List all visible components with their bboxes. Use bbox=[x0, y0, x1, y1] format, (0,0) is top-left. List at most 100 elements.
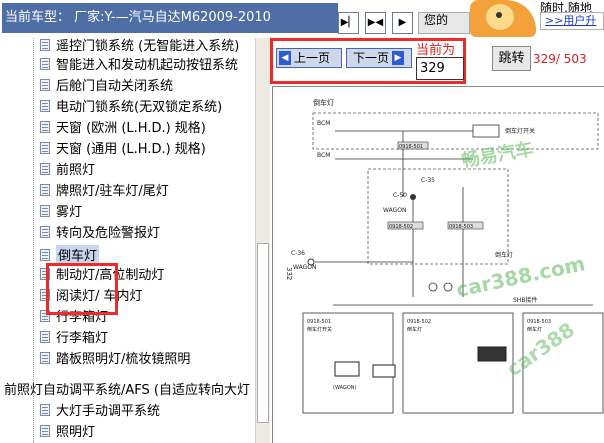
tree-subitem[interactable]: 大灯手动调平系统 bbox=[40, 400, 160, 419]
tree-item[interactable]: 智能进入和发动机起动按钮系统 bbox=[40, 54, 238, 73]
tree-item-label: 天窗 (通用 (L.H.D.) 规格) bbox=[56, 142, 206, 157]
lamp-left bbox=[428, 282, 438, 292]
tree-item-label: 电动门锁系统(无双锁定系统) bbox=[56, 100, 223, 115]
connector-1-label: 0918-501 bbox=[399, 144, 423, 150]
document-icon bbox=[40, 38, 50, 51]
jump-button[interactable]: 跳转 bbox=[492, 46, 531, 71]
document-icon bbox=[40, 248, 50, 261]
document-icon bbox=[40, 162, 50, 175]
document-icon bbox=[40, 204, 50, 217]
tree-item[interactable]: 行李箱灯 bbox=[40, 327, 108, 346]
wagon-label-1: WAGON bbox=[383, 207, 406, 214]
bcm-label-1: BCM bbox=[317, 120, 330, 127]
connector-3-label: 0918-503 bbox=[449, 224, 473, 230]
tree-item-label: 踏板照明灯/梳妆镜照明 bbox=[56, 352, 191, 367]
scrollbar-thumb[interactable] bbox=[257, 243, 269, 423]
tree-item-label: 前照灯 bbox=[56, 163, 96, 178]
c50-label: C-50 bbox=[393, 192, 407, 199]
diagram-page-number: 332 bbox=[285, 267, 293, 280]
tree-item-label: 牌照灯/驻车灯/尾灯 bbox=[56, 184, 169, 199]
arrow-right-icon: ▶ bbox=[392, 51, 405, 65]
tree-item[interactable]: 雾灯 bbox=[40, 201, 82, 220]
document-icon bbox=[40, 78, 50, 91]
document-icon bbox=[40, 183, 50, 196]
document-icon bbox=[40, 120, 50, 133]
selection-highlight-box bbox=[46, 263, 118, 315]
middle-harness-box bbox=[367, 168, 509, 265]
tree-item[interactable]: 踏板照明灯/梳妆镜照明 bbox=[40, 348, 190, 367]
document-icon bbox=[40, 424, 50, 437]
c36-label: C-36 bbox=[291, 250, 305, 257]
next-page-button[interactable]: 下一页 ▶ bbox=[346, 48, 412, 68]
tree-item-label: 倒车灯 bbox=[56, 245, 100, 264]
lamp-label: 倒车灯 bbox=[495, 251, 513, 259]
prev-page-button[interactable]: ◀ 上一页 bbox=[276, 48, 342, 68]
info-text: 您的 bbox=[424, 13, 449, 27]
wagon-paren-label: (WAGON) bbox=[333, 385, 357, 391]
box-1-conn: 0918-501 bbox=[307, 319, 331, 325]
tree-item[interactable]: 后舱门自动关闭系统 bbox=[40, 75, 173, 94]
switch-label: 倒车灯开关 bbox=[505, 127, 535, 135]
page-number-input[interactable]: 329 bbox=[416, 57, 464, 80]
document-icon bbox=[40, 141, 50, 154]
document-icon bbox=[40, 57, 50, 70]
shb-label: SHB接件 bbox=[513, 296, 537, 304]
tree-scrollbar[interactable] bbox=[255, 38, 270, 443]
current-car-model: 当前车型： 厂家:Y-—汽马自达M62009-2010 bbox=[2, 3, 338, 33]
tree-item-label: 遥控门锁系统 (无智能进入系统) bbox=[56, 39, 240, 54]
top-bar: 当前车型： 厂家:Y-—汽马自达M62009-2010 ▶▏ ▶◀ ▶ 您的 随… bbox=[0, 0, 604, 38]
mascot-eye-icon bbox=[496, 12, 502, 18]
page-count: 329/ 503 bbox=[533, 52, 587, 66]
tree-item[interactable]: 天窗 (欧洲 (L.H.D.) 规格) bbox=[40, 117, 206, 136]
tree-item-label: 后舱门自动关闭系统 bbox=[56, 79, 174, 94]
tree-item[interactable]: 前照灯 bbox=[40, 159, 95, 178]
expand-right-button[interactable]: ▶ bbox=[392, 12, 413, 34]
document-icon bbox=[40, 99, 50, 112]
topic-tree: 遥控门锁系统 (无智能进入系统) 智能进入和发动机起动按钮系统 后舱门自动关闭系统电… bbox=[0, 38, 255, 443]
tree-item-label: 行李箱灯 bbox=[56, 331, 109, 346]
tree-item-label: 照明灯 bbox=[56, 425, 96, 440]
document-icon bbox=[40, 225, 50, 238]
wiring-diagram[interactable]: 倒车灯 332 BCM BCM 倒车灯开关 0918-501 C-35 C-50… bbox=[272, 86, 604, 443]
tree-parent-label: 前照灯自动调平系统/AFS (自适应转向大灯 bbox=[4, 383, 250, 398]
tree-item-label: 转向及危险警报灯 bbox=[56, 226, 161, 241]
tree-subitem[interactable]: 照明灯 bbox=[40, 421, 95, 440]
document-icon bbox=[40, 351, 50, 364]
tree-item-label: 天窗 (欧洲 (L.H.D.) 规格) bbox=[56, 121, 206, 136]
current-page-label: 当前为 bbox=[416, 43, 456, 58]
box-2-conn: 0918-502 bbox=[407, 319, 431, 325]
connector-2-label: 0918-502 bbox=[389, 224, 413, 230]
box-3-title: 倒车灯 bbox=[527, 326, 542, 333]
tree-item[interactable]: 电动门锁系统(无双锁定系统) bbox=[40, 96, 222, 115]
tree-item-selected[interactable]: 倒车灯 bbox=[40, 245, 100, 264]
box-2-title: 倒车灯 bbox=[407, 326, 422, 333]
collapse-left-button[interactable]: ▶▏ bbox=[338, 12, 359, 34]
toggle-panels-button[interactable]: ▶◀ bbox=[365, 12, 386, 34]
tree-item[interactable]: 天窗 (通用 (L.H.D.) 规格) bbox=[40, 138, 206, 157]
next-page-label: 下一页 bbox=[353, 51, 390, 65]
tree-item[interactable]: 遥控门锁系统 (无智能进入系统) bbox=[40, 38, 239, 54]
c35-label: C-35 bbox=[421, 177, 435, 184]
tree-item[interactable]: 牌照灯/驻车灯/尾灯 bbox=[40, 180, 169, 199]
tree-item[interactable]: 转向及危险警报灯 bbox=[40, 222, 160, 241]
connector-pin-block-3 bbox=[477, 346, 507, 362]
tree-item-label: 大灯手动调平系统 bbox=[56, 404, 161, 419]
document-icon bbox=[40, 403, 50, 416]
watermark-2: car388.com bbox=[454, 251, 587, 302]
lamp-right bbox=[443, 282, 453, 292]
watermark-1: 畅易汽车 bbox=[460, 138, 535, 172]
box-3-conn: 0918-503 bbox=[527, 319, 551, 325]
tree-item-label: 智能进入和发动机起动按钮系统 bbox=[56, 58, 239, 73]
wagon-label-2: WAGON bbox=[293, 264, 316, 271]
document-icon bbox=[40, 330, 50, 343]
diagram-title: 倒车灯 bbox=[313, 98, 334, 107]
tree-parent-item[interactable]: 前照灯自动调平系统/AFS (自适应转向大灯 bbox=[4, 379, 250, 398]
connector-pin-block-2 bbox=[372, 364, 396, 378]
box-1-title: 倒车灯开关 bbox=[307, 326, 332, 333]
wiring-diagram-svg: 倒车灯 332 BCM BCM 倒车灯开关 0918-501 C-35 C-50… bbox=[285, 98, 604, 414]
bcm-label-2: BCM bbox=[317, 152, 330, 159]
tree-item-label: 雾灯 bbox=[56, 205, 83, 220]
arrow-left-icon: ◀ bbox=[279, 51, 291, 65]
user-upgrade-link[interactable]: >>用户升 bbox=[540, 12, 604, 30]
connector-pin-block-1 bbox=[334, 361, 360, 377]
